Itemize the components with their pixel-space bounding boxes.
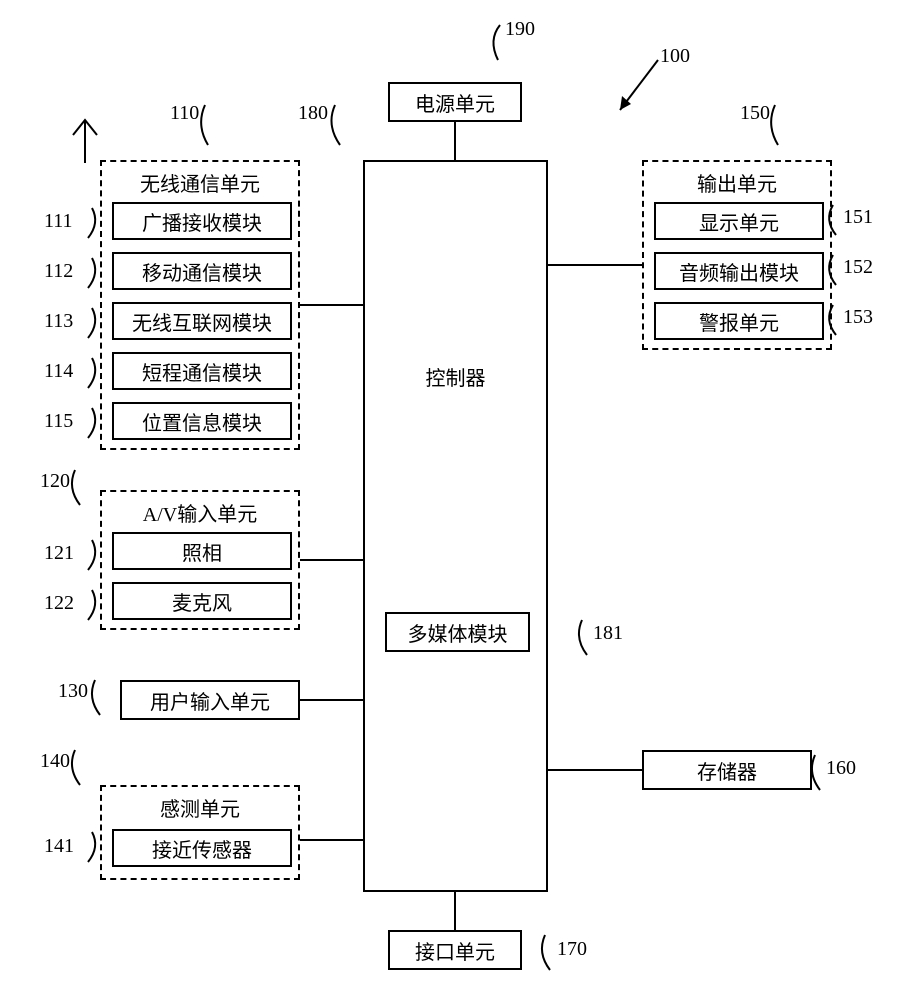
ref-151: 151	[843, 206, 873, 229]
multimedia-module: 多媒体模块	[385, 612, 530, 652]
sensing-unit: 感测单元 接近传感器	[100, 785, 300, 880]
controller: 控制器 多媒体模块	[363, 160, 548, 892]
output-unit: 输出单元 显示单元 音频输出模块 警报单元	[642, 160, 832, 350]
display-unit: 显示单元	[654, 202, 824, 240]
camera-label: 照相	[182, 537, 222, 566]
ref-114: 114	[44, 360, 73, 383]
av-input-unit: A/V输入单元 照相 麦克风	[100, 490, 300, 630]
location-module-label: 位置信息模块	[142, 407, 262, 436]
ref-140: 140	[40, 750, 70, 773]
ref-113: 113	[44, 310, 73, 333]
broadcast-module-label: 广播接收模块	[142, 207, 262, 236]
ref-152: 152	[843, 256, 873, 279]
multimedia-module-label: 多媒体模块	[408, 618, 508, 647]
wifi-module-label: 无线互联网模块	[132, 307, 272, 336]
user-input-unit: 用户输入单元	[120, 680, 300, 720]
power-unit: 电源单元	[388, 82, 522, 122]
short-range-module: 短程通信模块	[112, 352, 292, 390]
alarm-unit-label: 警报单元	[699, 307, 779, 336]
ref-120: 120	[40, 470, 70, 493]
ref-190: 190	[505, 18, 535, 41]
proximity-sensor: 接近传感器	[112, 829, 292, 867]
ref-170: 170	[557, 938, 587, 961]
proximity-sensor-label: 接近传感器	[152, 834, 252, 863]
ref-153: 153	[843, 306, 873, 329]
ref-181: 181	[593, 622, 623, 645]
memory: 存储器	[642, 750, 812, 790]
ref-111: 111	[44, 210, 73, 233]
mobile-module: 移动通信模块	[112, 252, 292, 290]
wifi-module: 无线互联网模块	[112, 302, 292, 340]
camera: 照相	[112, 532, 292, 570]
ref-112: 112	[44, 260, 73, 283]
wireless-unit-label: 无线通信单元	[102, 168, 298, 197]
user-input-unit-label: 用户输入单元	[150, 686, 270, 715]
interface-unit: 接口单元	[388, 930, 522, 970]
audio-output-module-label: 音频输出模块	[679, 257, 799, 286]
wireless-unit: 无线通信单元 广播接收模块 移动通信模块 无线互联网模块 短程通信模块 位置信息…	[100, 160, 300, 450]
controller-label: 控制器	[365, 362, 546, 391]
alarm-unit: 警报单元	[654, 302, 824, 340]
sensing-unit-label: 感测单元	[102, 793, 298, 822]
ref-121: 121	[44, 542, 74, 565]
ref-100: 100	[660, 45, 690, 68]
ref-180: 180	[298, 102, 328, 125]
power-unit-label: 电源单元	[415, 88, 495, 117]
short-range-module-label: 短程通信模块	[142, 357, 262, 386]
ref-110: 110	[170, 102, 199, 125]
ref-115: 115	[44, 410, 73, 433]
av-input-unit-label: A/V输入单元	[102, 498, 298, 527]
ref-130: 130	[58, 680, 88, 703]
ref-122: 122	[44, 592, 74, 615]
ref-160: 160	[826, 757, 856, 780]
microphone: 麦克风	[112, 582, 292, 620]
ref-141: 141	[44, 835, 74, 858]
audio-output-module: 音频输出模块	[654, 252, 824, 290]
microphone-label: 麦克风	[172, 587, 232, 616]
mobile-module-label: 移动通信模块	[142, 257, 262, 286]
memory-label: 存储器	[697, 756, 757, 785]
output-unit-label: 输出单元	[644, 168, 830, 197]
ref-150: 150	[740, 102, 770, 125]
display-unit-label: 显示单元	[699, 207, 779, 236]
broadcast-module: 广播接收模块	[112, 202, 292, 240]
location-module: 位置信息模块	[112, 402, 292, 440]
interface-unit-label: 接口单元	[415, 936, 495, 965]
antenna-icon	[70, 115, 100, 165]
